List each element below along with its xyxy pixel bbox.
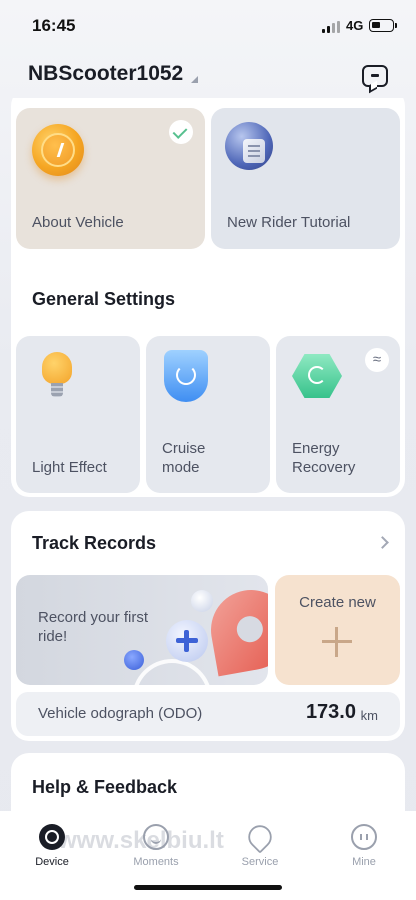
create-new-label: Create new	[299, 594, 376, 611]
track-records-title[interactable]: Track Records	[32, 533, 156, 554]
light-bulb-icon	[42, 352, 72, 402]
bubble-decoration	[191, 590, 213, 612]
message-button[interactable]	[362, 65, 388, 87]
odometer-unit: km	[360, 708, 378, 723]
about-vehicle-label: About Vehicle	[32, 214, 124, 231]
bottom-tab-bar: www.skelbiu.lt Device Moments Service Mi…	[0, 811, 416, 900]
status-bar: 16:45 4G	[0, 0, 416, 52]
status-time: 16:45	[32, 16, 76, 35]
map-pin-icon	[204, 583, 268, 677]
light-effect-label: Light Effect	[32, 459, 107, 476]
mine-face-icon	[351, 824, 377, 850]
tab-service[interactable]: Service	[220, 817, 300, 868]
energy-recovery-tile[interactable]: ≈ Energy Recovery	[276, 336, 400, 493]
record-prompt-text: Record your first ride!	[38, 609, 149, 645]
tab-service-label: Service	[241, 856, 279, 868]
track-records-card: Track Records Record your first ride! Cr…	[11, 511, 405, 741]
location-dot-icon	[124, 650, 144, 670]
cruise-shield-icon	[164, 350, 208, 402]
tab-moments[interactable]: Moments	[116, 817, 196, 868]
new-rider-tutorial-tile[interactable]: New Rider Tutorial	[211, 108, 400, 249]
help-feedback-card[interactable]: Help & Feedback	[11, 753, 405, 811]
odometer-label: Vehicle odograph (ODO)	[38, 705, 203, 722]
home-indicator[interactable]	[134, 885, 282, 890]
main-scroll-area[interactable]: About Vehicle New Rider Tutorial General…	[0, 98, 416, 811]
help-feedback-title: Help & Feedback	[32, 777, 178, 797]
general-settings-card: General Settings Light Effect Cruise mod…	[11, 267, 405, 497]
odometer-row: Vehicle odograph (ODO) 173.0 km	[16, 692, 400, 736]
light-effect-tile[interactable]: Light Effect	[16, 336, 140, 493]
tab-device[interactable]: Device	[12, 817, 92, 868]
device-icon	[39, 824, 65, 850]
device-name-selector[interactable]: NBScooter1052	[28, 62, 183, 86]
cruise-mode-tile[interactable]: Cruise mode	[146, 336, 270, 493]
checkmark-icon	[169, 120, 193, 144]
signal-icon	[322, 21, 342, 33]
energy-recycle-icon	[292, 354, 342, 398]
tutorial-document-icon	[225, 122, 273, 170]
message-icon	[371, 74, 379, 77]
plus-bubble-icon	[166, 620, 208, 662]
general-settings-title: General Settings	[32, 289, 176, 309]
service-heart-icon	[243, 820, 277, 854]
scooter-coin-icon	[32, 124, 84, 176]
record-first-ride-tile[interactable]: Record your first ride!	[16, 575, 268, 685]
tab-mine-label: Mine	[352, 856, 376, 868]
tab-moments-label: Moments	[133, 856, 179, 868]
energy-recovery-label: Energy Recovery	[292, 440, 356, 476]
odometer-value: 173.0	[305, 701, 356, 723]
about-vehicle-tile[interactable]: About Vehicle	[16, 108, 205, 249]
tab-mine[interactable]: Mine	[324, 817, 404, 868]
create-new-tile[interactable]: Create new	[275, 575, 400, 685]
wave-icon[interactable]: ≈	[365, 348, 389, 372]
tab-device-label: Device	[35, 856, 69, 868]
cruise-mode-label: Cruise mode	[162, 440, 206, 476]
chevron-right-icon[interactable]	[376, 536, 389, 549]
new-rider-tutorial-label: New Rider Tutorial	[227, 214, 351, 231]
moments-smile-icon	[143, 824, 169, 850]
app-header: NBScooter1052	[0, 52, 416, 98]
dropdown-caret-icon[interactable]	[191, 76, 198, 83]
network-type: 4G	[346, 18, 364, 33]
route-line-decoration	[132, 659, 212, 685]
battery-icon	[369, 19, 397, 32]
plus-icon	[322, 627, 352, 657]
